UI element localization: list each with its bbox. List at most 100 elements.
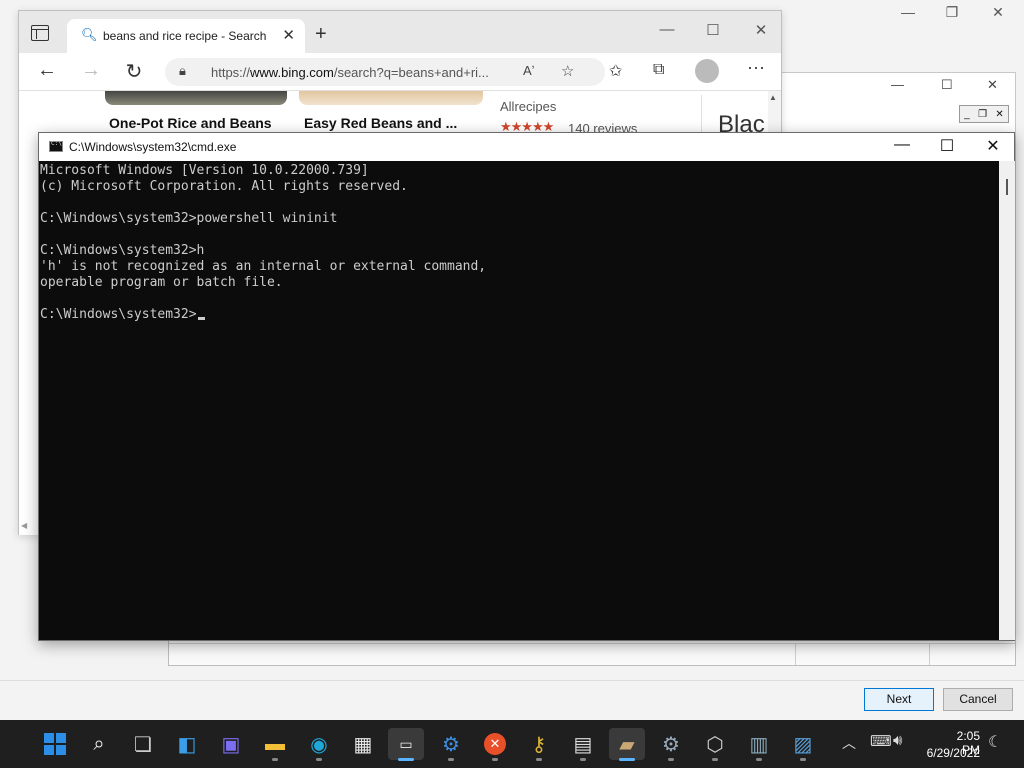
address-bar[interactable]: 🔒︎ https://www.bing.com/search?q=beans+a… xyxy=(165,58,605,86)
search-icon: ⌕ xyxy=(93,732,105,755)
app-button[interactable]: ✕ xyxy=(477,728,513,761)
app-button[interactable]: ⬡ xyxy=(697,728,733,761)
scrollbar-thumb[interactable] xyxy=(1006,179,1008,195)
recipe-card-title[interactable]: Easy Red Beans and ... xyxy=(304,115,457,131)
dialog-close-button[interactable]: ✕ xyxy=(987,77,998,93)
taskbar: ⌕ ❏ ◧ ▣ ▬ ◉ ▦ ▭ ⚙ ✕ ⚷ ▤ ▰ ⚙ ⬡ ▥ ▨ ︿ ⌨ 🔊︎… xyxy=(0,720,1024,768)
search-icon: 🔍︎ xyxy=(81,27,98,42)
cmd-close-button[interactable]: ✕ xyxy=(970,136,1016,156)
computer-management-icon: ▥ xyxy=(749,733,769,756)
edge-icon: ◉ xyxy=(310,733,328,756)
recipe-image[interactable] xyxy=(105,91,287,105)
url-text[interactable]: https://www.bing.com/search?q=beans+and+… xyxy=(211,65,489,80)
notifications-icon[interactable]: ☾ xyxy=(988,732,1002,752)
dialog-maximize-button[interactable]: ☐ xyxy=(941,77,953,93)
command-prompt-window[interactable]: C:\Windows\system32\cmd.exe — ☐ ✕ Micros… xyxy=(38,132,1015,641)
running-indicator xyxy=(668,758,674,761)
settings-button[interactable]: ⚙ xyxy=(653,728,689,761)
console-line: Microsoft Windows [Version 10.0.22000.73… xyxy=(40,163,369,178)
browser-minimize-button[interactable]: — xyxy=(647,21,687,38)
cmd-maximize-button[interactable]: ☐ xyxy=(924,136,970,156)
terminal-button[interactable]: ▭ xyxy=(388,728,424,761)
minimize-icon[interactable]: _ xyxy=(964,109,970,120)
taskbar-search-button[interactable]: ⌕ xyxy=(81,728,117,760)
app-button[interactable]: ▤ xyxy=(565,728,601,761)
running-indicator xyxy=(398,758,414,761)
new-tab-button[interactable]: + xyxy=(315,23,327,46)
refresh-button[interactable]: ↻ xyxy=(120,59,148,84)
cmd-titlebar[interactable]: C:\Windows\system32\cmd.exe — ☐ ✕ xyxy=(39,133,1014,161)
collections-icon[interactable]: ⧉ xyxy=(653,61,664,79)
tab-actions-icon[interactable] xyxy=(31,25,49,41)
app-button[interactable]: ⚙ xyxy=(433,728,469,761)
network-icon[interactable]: ⌨ xyxy=(870,732,892,750)
close-icon[interactable]: ✕ xyxy=(995,109,1003,120)
console-line: C:\Windows\system32>h xyxy=(40,243,205,258)
text-cursor xyxy=(197,317,205,320)
scroll-up-icon[interactable]: ▲ xyxy=(769,93,777,102)
windows-start-icon xyxy=(44,733,66,755)
start-button[interactable] xyxy=(37,728,73,760)
read-aloud-icon[interactable]: Aʼ xyxy=(523,63,535,78)
profile-avatar-icon[interactable] xyxy=(695,59,719,83)
browser-maximize-button[interactable]: ☐ xyxy=(693,21,733,39)
chat-button[interactable]: ▣ xyxy=(213,728,249,760)
dialog-minimize-button[interactable]: — xyxy=(891,77,904,92)
wizard-status-cell xyxy=(795,643,929,665)
running-indicator xyxy=(712,758,718,761)
running-indicator xyxy=(272,758,278,761)
running-indicator xyxy=(756,758,762,761)
more-options-icon[interactable]: ··· xyxy=(747,57,765,78)
app-button[interactable]: ▰ xyxy=(609,728,645,761)
file-explorer-button[interactable]: ▬ xyxy=(257,728,293,761)
wizard-status-cell xyxy=(929,643,1015,665)
error-app-icon: ✕ xyxy=(484,733,506,755)
cmd-minimize-button[interactable]: — xyxy=(879,136,925,154)
cmd-app-icon xyxy=(49,140,63,152)
app-button[interactable]: ⚷ xyxy=(521,728,557,761)
widgets-button[interactable]: ◧ xyxy=(169,728,205,760)
tab-active[interactable]: 🔍︎ beans and rice recipe - Search ✕ xyxy=(67,19,305,53)
edge-button[interactable]: ◉ xyxy=(301,728,337,761)
wizard-restore-button[interactable]: ❐ xyxy=(932,4,972,21)
scroll-left-icon[interactable]: ◀ xyxy=(21,521,27,530)
app-button[interactable]: ▥ xyxy=(741,728,777,761)
widgets-icon: ◧ xyxy=(177,733,197,756)
console-prompt-line[interactable]: C:\Windows\system32> xyxy=(40,307,999,323)
lock-icon[interactable]: 🔒︎ xyxy=(179,63,186,79)
clock-date[interactable]: 6/29/2022 xyxy=(916,746,980,760)
show-hidden-icons-chevron-icon[interactable]: ︿ xyxy=(842,733,856,753)
browser-close-button[interactable]: ✕ xyxy=(741,21,781,39)
background-dialog: — ☐ ✕ _ ❐ ✕ xyxy=(780,72,1016,136)
running-indicator xyxy=(316,758,322,761)
network-tool-icon: ⚙ xyxy=(442,733,460,756)
volume-icon[interactable]: 🔊︎ xyxy=(893,732,902,749)
forward-button[interactable]: → xyxy=(77,59,105,82)
console-line: C:\Windows\system32>powershell wininit xyxy=(40,211,338,226)
document-viewer-icon: ▤ xyxy=(573,733,593,756)
store-icon: ▦ xyxy=(353,733,373,756)
console-output[interactable]: Microsoft Windows [Version 10.0.22000.73… xyxy=(39,161,999,640)
restore-icon[interactable]: ❐ xyxy=(978,109,987,120)
wizard-minimize-button[interactable]: — xyxy=(888,4,928,20)
favorites-icon[interactable]: ✩ xyxy=(609,61,622,81)
back-button[interactable]: ← xyxy=(33,59,61,82)
running-indicator xyxy=(619,758,635,761)
cancel-button[interactable]: Cancel xyxy=(943,688,1013,711)
cmd-scrollbar[interactable] xyxy=(999,161,1015,640)
running-indicator xyxy=(536,758,542,761)
system-info-icon: ▨ xyxy=(793,733,813,756)
task-view-button[interactable]: ❏ xyxy=(125,728,161,760)
app-button[interactable]: ▨ xyxy=(785,728,821,761)
next-button[interactable]: Next xyxy=(864,688,934,711)
keys-icon: ⚷ xyxy=(531,733,547,756)
recipe-card-title[interactable]: One-Pot Rice and Beans xyxy=(109,115,272,131)
store-button[interactable]: ▦ xyxy=(345,728,381,760)
tab-close-button[interactable]: ✕ xyxy=(282,26,295,44)
recipe-image[interactable] xyxy=(299,91,483,105)
tab-title: beans and rice recipe - Search xyxy=(103,29,267,43)
wizard-close-button[interactable]: ✕ xyxy=(978,4,1018,21)
add-favorite-icon[interactable]: ☆ xyxy=(561,62,574,80)
